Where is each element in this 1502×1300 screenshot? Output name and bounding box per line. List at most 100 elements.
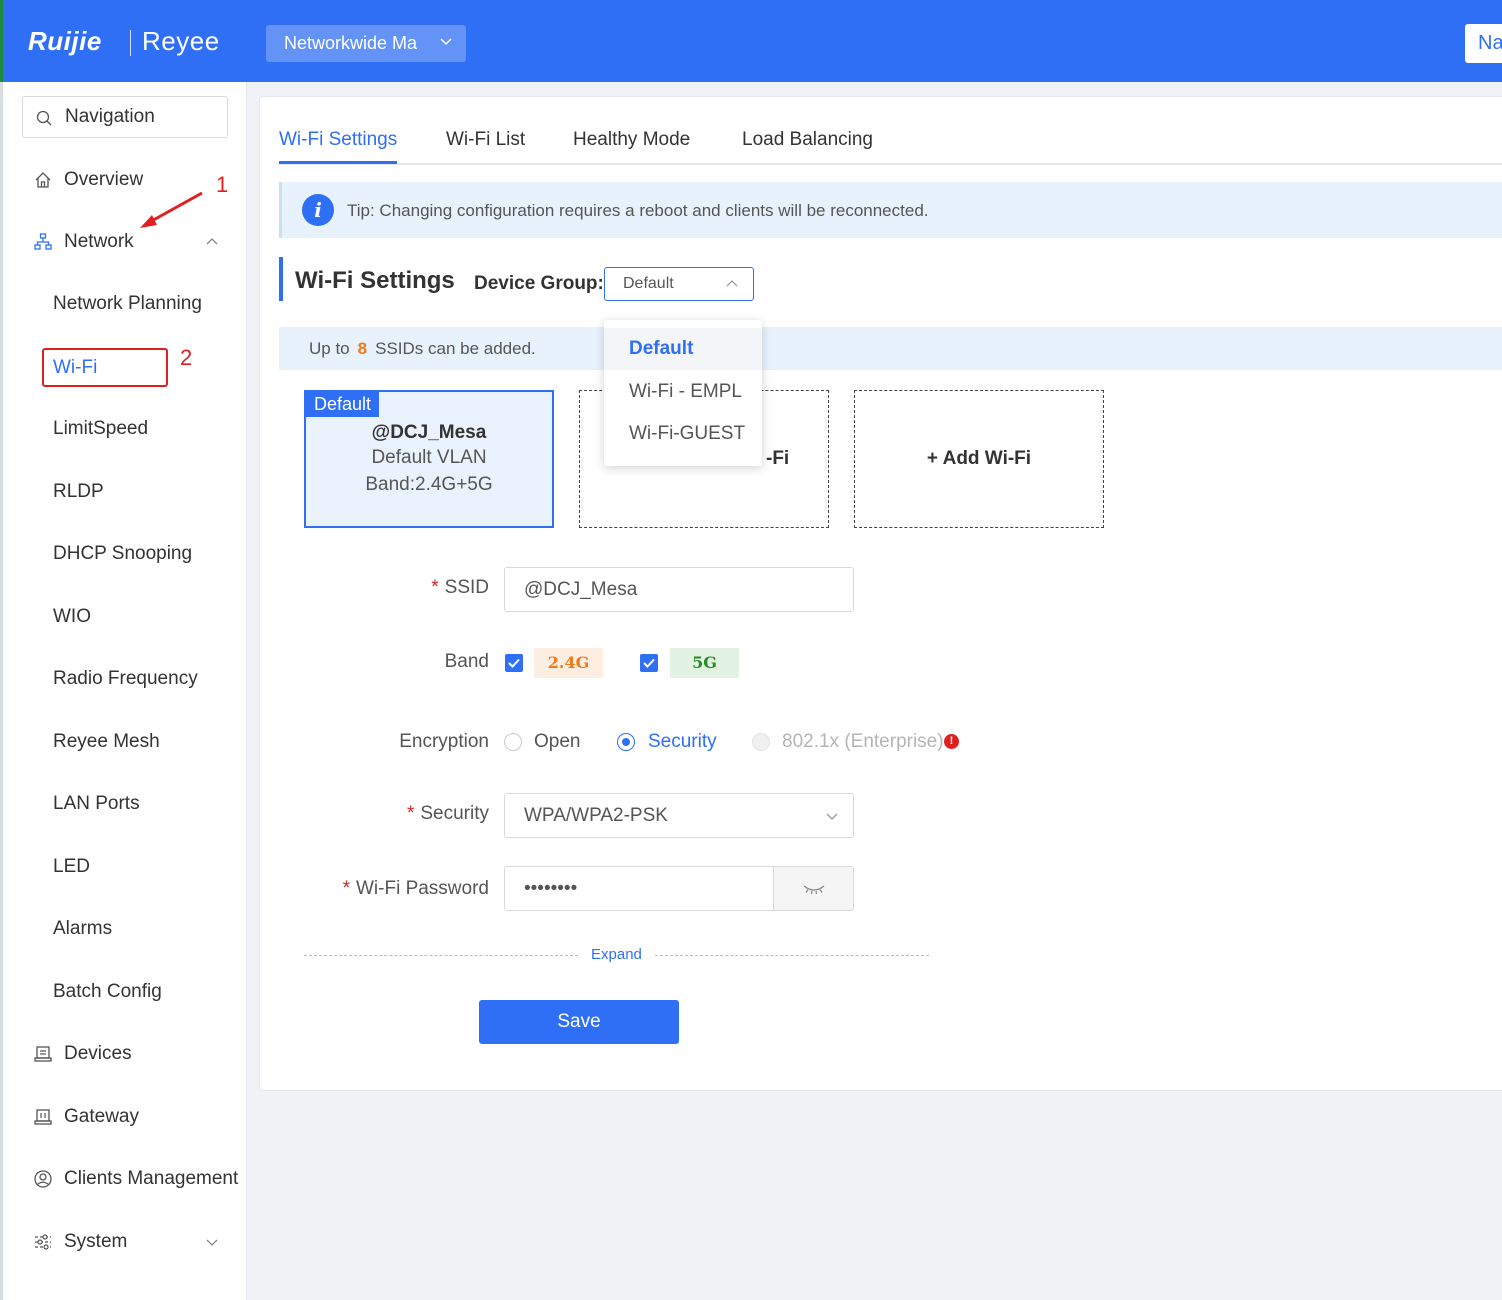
sidebar-item-label: Radio Frequency — [53, 668, 198, 689]
sidebar-item-label: LimitSpeed — [53, 418, 149, 439]
encryption-security-label: Security — [648, 731, 717, 752]
sidebar-item-label: Clients Management — [64, 1168, 239, 1189]
security-label: * Security — [406, 803, 489, 824]
ssid-limit-banner: Up to 8 SSIDs can be added. — [279, 327, 1502, 370]
eye-closed-icon — [803, 885, 825, 895]
band-24-tag: 2.4G — [534, 648, 603, 678]
sidebar-item-label: LED — [53, 856, 90, 877]
sidebar-item-label: Network — [64, 231, 134, 252]
section-accent-bar — [279, 257, 283, 301]
ssid-limit-count: 8 — [357, 339, 368, 358]
sidebar-item-wifi[interactable]: Wi-Fi — [53, 348, 97, 388]
tab-wifi-settings[interactable]: Wi-Fi Settings — [279, 129, 397, 151]
dropdown-option-wifi-empl[interactable]: Wi-Fi - EMPL — [604, 371, 762, 413]
encryption-enterprise-radio — [752, 733, 770, 751]
encryption-security-radio[interactable] — [617, 733, 635, 751]
password-input[interactable]: •••••••• — [504, 866, 774, 911]
ssid-input[interactable]: @DCJ_Mesa — [504, 567, 854, 612]
sidebar-item-label: RLDP — [53, 481, 104, 502]
tip-text: Tip: Changing configuration requires a r… — [347, 201, 929, 220]
band-24-checkbox[interactable] — [505, 654, 523, 672]
device-group-dropdown: Default Wi-Fi - EMPL Wi-Fi-GUEST — [604, 320, 762, 466]
network-topology-icon — [34, 233, 52, 250]
sidebar-item-batch-config[interactable]: Batch Config — [0, 972, 246, 1012]
wifi-card-band: Band:2.4G+5G — [365, 474, 493, 495]
network-select[interactable]: Networkwide Ma — [266, 25, 466, 62]
sidebar-item-gateway[interactable]: Gateway — [0, 1097, 246, 1137]
encryption-enterprise-label: 802.1x (Enterprise) — [782, 731, 944, 752]
tab-healthy-mode[interactable]: Healthy Mode — [573, 129, 690, 151]
tab-bar: Wi-Fi Settings Wi-Fi List Healthy Mode L… — [279, 120, 1502, 165]
sidebar-item-rldp[interactable]: RLDP — [0, 472, 246, 512]
sidebar-item-limitspeed[interactable]: LimitSpeed — [0, 409, 246, 449]
chevron-up-icon — [206, 238, 218, 245]
sidebar-item-label: System — [64, 1231, 128, 1252]
gateway-icon — [34, 1109, 52, 1125]
security-select-value: WPA/WPA2-PSK — [524, 805, 668, 826]
add-wifi-card[interactable]: + Add Wi-Fi — [854, 390, 1104, 528]
tab-wifi-list[interactable]: Wi-Fi List — [446, 129, 525, 151]
logo-divider — [130, 30, 131, 56]
expand-link[interactable]: Expand — [591, 946, 642, 963]
encryption-open-label: Open — [534, 731, 581, 752]
save-button[interactable]: Save — [479, 1000, 679, 1044]
chevron-down-icon — [440, 38, 452, 46]
home-icon — [35, 172, 51, 188]
device-group-select[interactable]: Default — [604, 267, 754, 301]
warning-icon[interactable]: ! — [944, 734, 959, 749]
sidebar-item-alarms[interactable]: Alarms — [0, 909, 246, 949]
sidebar-item-label: Reyee Mesh — [53, 731, 160, 752]
security-select[interactable]: WPA/WPA2-PSK — [504, 793, 854, 838]
annotation-arrow-1 — [140, 191, 203, 228]
device-group-value: Default — [623, 275, 674, 292]
dropdown-option-default[interactable]: Default — [604, 328, 762, 370]
sidebar-item-reyee-mesh[interactable]: Reyee Mesh — [0, 722, 246, 762]
sidebar-item-lan-ports[interactable]: LAN Ports — [0, 784, 246, 824]
chevron-up-icon — [726, 280, 738, 287]
reyee-logo: Reyee — [142, 26, 220, 56]
settings-sliders-icon — [35, 1234, 51, 1250]
chevron-down-icon — [206, 1239, 218, 1246]
ssid-label: * SSID — [431, 577, 489, 598]
network-select-value: Networkwide Ma — [284, 33, 418, 53]
annotation-number-2: 2 — [180, 345, 193, 370]
navigation-search-label: Navigation — [65, 106, 155, 127]
sidebar-item-label: Network Planning — [53, 293, 202, 314]
sidebar-item-wio[interactable]: WIO — [0, 597, 246, 637]
sidebar-item-label: LAN Ports — [53, 793, 140, 814]
sidebar-item-led[interactable]: LED — [0, 847, 246, 887]
sidebar-item-label: Alarms — [53, 918, 113, 939]
sidebar-item-label: Gateway — [64, 1106, 139, 1127]
ruijie-logo: Ruijie — [28, 26, 102, 56]
sidebar-item-devices[interactable]: Devices — [0, 1034, 246, 1074]
devices-icon — [34, 1046, 52, 1062]
expand-divider-left — [304, 955, 578, 956]
sidebar-item-clients-management[interactable]: Clients Management — [0, 1159, 246, 1199]
user-circle-icon — [34, 1170, 52, 1188]
expand-divider-right — [655, 955, 929, 956]
wifi-card-ssid: @DCJ_Mesa — [371, 422, 487, 443]
sidebar-item-system[interactable]: System — [0, 1222, 246, 1262]
header-right-button[interactable]: Na — [1465, 24, 1502, 63]
active-tab-indicator — [279, 161, 397, 164]
sidebar-item-network-planning[interactable]: Network Planning — [0, 284, 246, 324]
dropdown-option-wifi-guest[interactable]: Wi-Fi-GUEST — [604, 413, 762, 455]
sidebar-item-radio-frequency[interactable]: Radio Frequency — [0, 659, 246, 699]
chevron-down-icon — [826, 813, 838, 820]
tab-load-balancing[interactable]: Load Balancing — [742, 129, 873, 151]
encryption-open-radio[interactable] — [504, 733, 522, 751]
band-5-checkbox[interactable] — [640, 654, 658, 672]
window-edge — [0, 0, 3, 82]
section-title: Wi-Fi Settings — [295, 267, 455, 294]
default-badge: Default — [306, 392, 380, 417]
navigation-search[interactable]: Navigation — [22, 96, 228, 138]
sidebar-item-label: Devices — [64, 1043, 132, 1064]
band-label: Band — [444, 651, 489, 672]
sidebar-item-dhcp-snooping[interactable]: DHCP Snooping — [0, 534, 246, 574]
password-label: * Wi-Fi Password — [342, 878, 489, 899]
wifi-card-selected[interactable]: Default @DCJ_Mesa Default VLAN Band:2.4G… — [304, 390, 554, 528]
wifi-card-vlan: Default VLAN — [371, 447, 487, 468]
password-visibility-toggle[interactable] — [773, 866, 854, 911]
tip-banner: i Tip: Changing configuration requires a… — [279, 182, 1502, 238]
top-header: Ruijie Reyee Networkwide Ma Na — [0, 0, 1502, 82]
